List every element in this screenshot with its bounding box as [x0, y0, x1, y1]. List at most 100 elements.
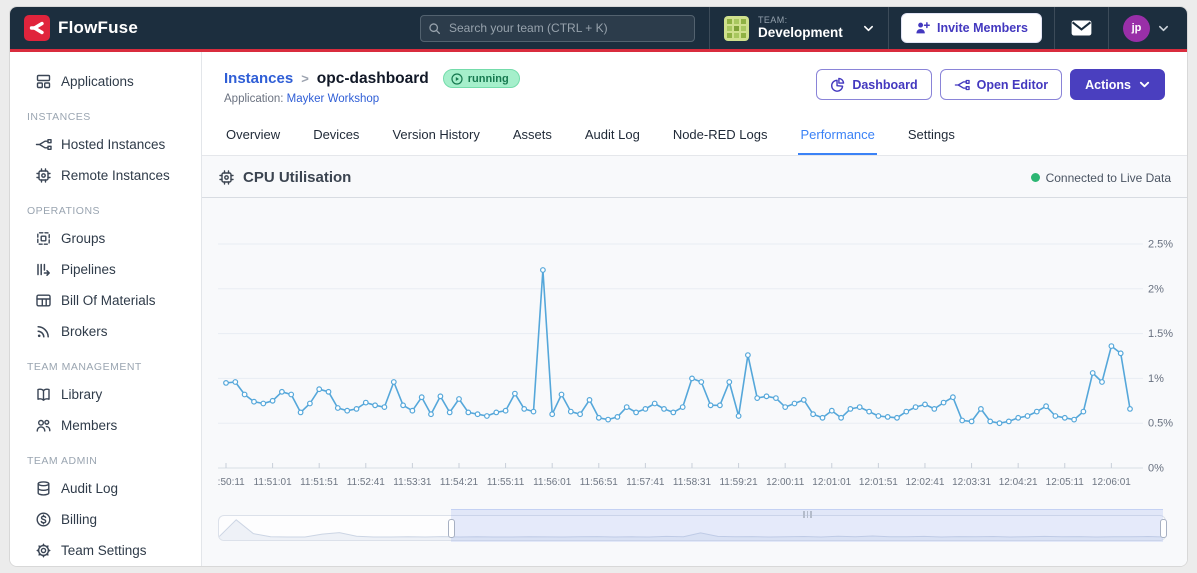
sidebar-item-team-settings[interactable]: Team Settings [10, 535, 201, 566]
sidebar-item-label: Pipelines [61, 262, 116, 277]
sidebar-item-hosted-instances[interactable]: Hosted Instances [10, 129, 201, 160]
svg-text:1.5%: 1.5% [1148, 328, 1173, 340]
flowfuse-logo-icon [24, 15, 50, 41]
svg-text:12:04:21: 12:04:21 [999, 477, 1038, 488]
chevron-down-icon [1159, 25, 1168, 31]
topbar-separator [887, 7, 889, 49]
team-selector[interactable]: TEAM: Development [710, 7, 888, 49]
cpu-chip-icon [219, 170, 234, 185]
search-input[interactable] [419, 14, 695, 42]
sidebar: Applications INSTANCES Hosted Instances … [10, 52, 202, 566]
tab-settings[interactable]: Settings [906, 119, 957, 155]
sidebar-item-label: Library [61, 387, 103, 402]
sidebar-section-team-admin: TEAM ADMIN [27, 455, 98, 467]
sidebar-item-label: Hosted Instances [61, 137, 166, 152]
gear-icon [36, 543, 51, 558]
instance-header: Instances > opc-dashboard running Applic… [202, 52, 1187, 105]
dollar-icon [36, 512, 51, 527]
sidebar-item-label: Members [61, 418, 118, 433]
sidebar-item-audit-log[interactable]: Audit Log [10, 473, 201, 504]
sidebar-section-team-management: TEAM MANAGEMENT [27, 361, 142, 373]
sidebar-item-billing[interactable]: Billing [10, 504, 201, 535]
sidebar-item-label: Bill Of Materials [61, 293, 156, 308]
sidebar-item-pipelines[interactable]: Pipelines [10, 254, 201, 285]
actions-button-label: Actions [1085, 77, 1131, 92]
users-icon [36, 419, 51, 432]
svg-text:2%: 2% [1148, 283, 1164, 295]
invite-members-label: Invite Members [936, 21, 1028, 35]
svg-text:11:50:11: 11:50:11 [218, 477, 245, 488]
tab-node-red-logs[interactable]: Node-RED Logs [671, 119, 770, 155]
tab-assets[interactable]: Assets [511, 119, 554, 155]
svg-text:0%: 0% [1148, 463, 1164, 475]
minimap-drag-grip[interactable] [803, 511, 812, 518]
minimap-left-handle[interactable] [447, 519, 455, 538]
cpu-chart: 0% 0.5% 1% 1.5% 2% 2.5% 11:50:11 11:51:01 11:51:… [202, 198, 1187, 501]
svg-text:12:01:01: 12:01:01 [812, 477, 851, 488]
group-chip-icon [37, 232, 50, 245]
top-navigation-bar: FlowFuse TEAM: Development Invite Member… [10, 7, 1187, 49]
svg-text:0.5%: 0.5% [1148, 418, 1173, 430]
chevron-down-icon [1139, 81, 1150, 88]
svg-text:11:53:31: 11:53:31 [393, 477, 432, 488]
user-menu[interactable]: jp [1109, 14, 1173, 42]
breadcrumb-separator: > [301, 71, 309, 86]
sidebar-item-label: Applications [61, 74, 134, 89]
actions-button[interactable]: Actions [1070, 69, 1165, 100]
invite-members-button[interactable]: Invite Members [900, 13, 1042, 43]
sidebar-item-members[interactable]: Members [10, 410, 201, 441]
open-editor-button[interactable]: Open Editor [939, 69, 1063, 100]
sidebar-item-groups[interactable]: Groups [10, 223, 201, 254]
sidebar-item-remote-instances[interactable]: Remote Instances [10, 160, 201, 191]
status-label: running [467, 72, 509, 85]
dashboard-button[interactable]: Dashboard [816, 69, 932, 100]
svg-text:11:55:11: 11:55:11 [487, 477, 525, 488]
sidebar-item-label: Groups [61, 231, 106, 246]
flowfuse-logo[interactable]: FlowFuse [24, 15, 138, 41]
tab-devices[interactable]: Devices [311, 119, 361, 155]
svg-text:12:03:31: 12:03:31 [952, 477, 991, 488]
chart-range-minimap[interactable] [218, 509, 1167, 542]
team-avatar [723, 15, 749, 41]
sidebar-section-instances: INSTANCES [27, 111, 91, 123]
live-status-label: Connected to Live Data [1045, 170, 1171, 185]
chevron-down-icon [863, 25, 873, 31]
svg-text:11:58:31: 11:58:31 [673, 477, 712, 488]
table-icon [36, 294, 51, 307]
panel-title: CPU Utilisation [243, 169, 352, 186]
svg-text:1%: 1% [1148, 373, 1164, 385]
dashboard-button-label: Dashboard [852, 77, 918, 92]
application-link[interactable]: Mayker Workshop [287, 93, 379, 105]
tab-audit-log[interactable]: Audit Log [583, 119, 642, 155]
tab-performance[interactable]: Performance [798, 119, 877, 155]
book-icon [37, 388, 50, 401]
sidebar-item-label: Team Settings [61, 543, 147, 558]
panel-header: CPU Utilisation Connected to Live Data [202, 156, 1187, 198]
sidebar-item-library[interactable]: Library [10, 379, 201, 410]
sidebar-item-applications[interactable]: Applications [10, 66, 201, 97]
sidebar-item-label: Brokers [61, 324, 108, 339]
tab-overview[interactable]: Overview [224, 119, 282, 155]
instance-name: opc-dashboard [316, 69, 429, 87]
svg-text:2.5%: 2.5% [1148, 239, 1173, 251]
minimap-right-handle[interactable] [1159, 519, 1167, 538]
applications-icon [36, 74, 51, 89]
app-window: FlowFuse TEAM: Development Invite Member… [9, 6, 1188, 567]
sidebar-item-bill-of-materials[interactable]: Bill Of Materials [10, 285, 201, 316]
play-circle-icon [451, 72, 463, 85]
live-status-dot [1030, 173, 1040, 182]
invite-user-icon [916, 22, 930, 34]
tab-version-history[interactable]: Version History [390, 119, 481, 155]
pie-chart-icon [831, 77, 845, 92]
broadcast-icon [37, 326, 49, 338]
sidebar-item-brokers[interactable]: Brokers [10, 316, 201, 347]
breadcrumb: Instances > opc-dashboard running [224, 69, 520, 88]
breadcrumb-instances-link[interactable]: Instances [224, 70, 293, 87]
sidebar-item-label: Audit Log [61, 481, 119, 496]
application-row: Application: Mayker Workshop [224, 93, 520, 105]
notifications-button[interactable] [1055, 20, 1108, 36]
team-name: Development [757, 25, 843, 41]
svg-text:12:00:11: 12:00:11 [766, 477, 805, 488]
search-icon [429, 22, 441, 34]
svg-text:11:54:21: 11:54:21 [440, 477, 479, 488]
